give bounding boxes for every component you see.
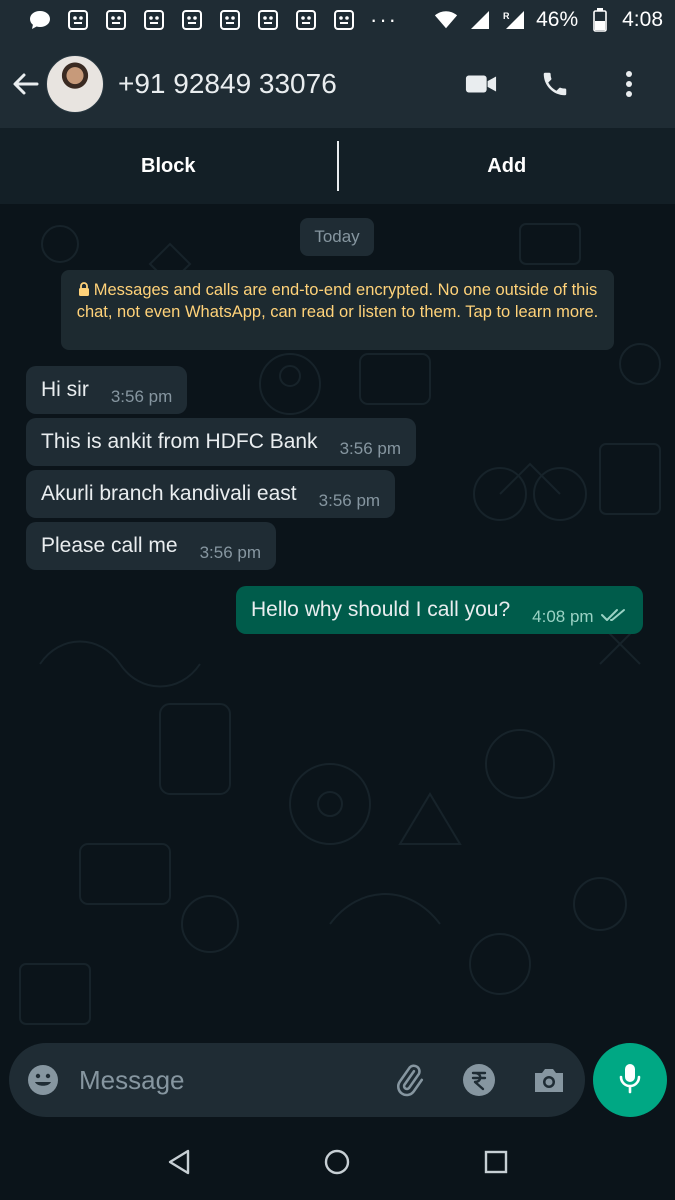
emoji-icon — [180, 8, 204, 32]
emoji-icon — [294, 8, 318, 32]
message-text: Please call me — [41, 534, 178, 557]
chat-bubble-icon — [28, 8, 52, 32]
rupee-payment-icon[interactable] — [461, 1062, 497, 1098]
emoji-icon — [104, 8, 128, 32]
message-text: Hello why should I call you? — [251, 598, 511, 621]
attach-icon[interactable] — [391, 1062, 427, 1098]
message-bubble-incoming[interactable]: Akurli branch kandivali east 3:56 pm — [26, 470, 396, 518]
wifi-icon — [434, 8, 458, 32]
emoji-icon — [142, 8, 166, 32]
date-chip: Today — [300, 218, 374, 256]
lock-icon — [78, 281, 90, 302]
emoji-icon — [218, 8, 242, 32]
message-input[interactable] — [77, 1063, 371, 1097]
unknown-contact-bar: Block Add — [0, 128, 675, 204]
battery-icon — [588, 8, 612, 32]
emoji-icon — [256, 8, 280, 32]
video-call-icon[interactable] — [465, 68, 497, 100]
message-text: Hi sir — [41, 378, 89, 401]
camera-icon[interactable] — [531, 1062, 567, 1098]
avatar[interactable] — [46, 55, 104, 113]
status-overflow: ··· — [370, 7, 398, 32]
message-text: This is ankit from HDFC Bank — [41, 430, 318, 453]
message-bubble-outgoing[interactable]: Hello why should I call you? 4:08 pm — [236, 586, 643, 634]
nav-back-icon[interactable] — [159, 1142, 199, 1182]
mic-button[interactable] — [593, 1043, 667, 1117]
roaming-signal-icon: R — [502, 8, 526, 32]
message-text: Akurli branch kandivali east — [41, 482, 297, 505]
nav-recents-icon[interactable] — [476, 1142, 516, 1182]
message-bubble-incoming[interactable]: Please call me 3:56 pm — [26, 522, 276, 570]
message-bubble-incoming[interactable]: Hi sir 3:56 pm — [26, 366, 188, 414]
phone-icon[interactable] — [539, 68, 571, 100]
block-button[interactable]: Block — [0, 155, 337, 178]
signal-icon — [468, 8, 492, 32]
mic-icon — [618, 1062, 642, 1099]
message-bubble-incoming[interactable]: This is ankit from HDFC Bank 3:56 pm — [26, 418, 416, 466]
double-check-icon — [600, 607, 628, 628]
emoji-icon — [332, 8, 356, 32]
message-time: 3:56 pm — [339, 439, 401, 458]
message-time: 3:56 pm — [318, 491, 381, 510]
notification-icons: ··· — [28, 7, 398, 33]
chat-header: +91 92849 33076 — [0, 40, 675, 128]
message-time: 3:56 pm — [199, 543, 261, 562]
clock: 4:08 — [622, 8, 663, 31]
nav-home-icon[interactable] — [317, 1142, 357, 1182]
encryption-notice[interactable]: Messages and calls are end-to-end encryp… — [61, 270, 614, 350]
system-nav-bar — [0, 1124, 675, 1200]
back-arrow-icon[interactable] — [10, 69, 40, 99]
contact-name[interactable]: +91 92849 33076 — [118, 68, 337, 100]
status-bar: ··· R 46% 4:08 — [0, 0, 675, 40]
emoji-icon — [66, 8, 90, 32]
battery-percent: 46% — [536, 8, 579, 31]
more-vert-icon[interactable] — [613, 68, 645, 100]
message-list[interactable]: Today Messages and calls are end-to-end … — [0, 204, 675, 1040]
composer — [9, 1043, 585, 1117]
emoji-icon[interactable] — [25, 1062, 61, 1098]
add-contact-button[interactable]: Add — [339, 155, 675, 178]
svg-text:R: R — [503, 11, 510, 21]
message-time: 4:08 pm — [532, 607, 594, 626]
encryption-text: Messages and calls are end-to-end encryp… — [76, 281, 599, 321]
message-time: 3:56 pm — [110, 387, 173, 406]
